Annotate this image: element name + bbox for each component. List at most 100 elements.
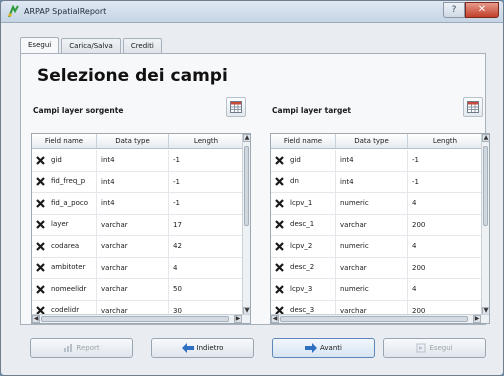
table-row[interactable]: lcpv_2 numeric 4 xyxy=(271,236,483,258)
data-type-cell: numeric xyxy=(336,279,408,300)
delete-field-icon[interactable] xyxy=(36,263,45,273)
delete-field-icon[interactable] xyxy=(275,220,284,230)
table-row[interactable]: desc_2 varchar 200 xyxy=(271,257,483,279)
field-name-cell: ambitoter xyxy=(32,257,97,278)
scroll-thumb[interactable] xyxy=(280,316,468,322)
delete-field-icon[interactable] xyxy=(36,220,45,230)
scroll-thumb[interactable] xyxy=(483,146,488,226)
table-row[interactable]: fid_freq_p int4 -1 xyxy=(32,171,244,193)
field-name: desc_1 xyxy=(290,220,315,229)
run-button-label: Esegui xyxy=(429,344,453,352)
length-cell: -1 xyxy=(169,150,244,171)
length-cell: -1 xyxy=(408,171,483,192)
report-button[interactable]: Report xyxy=(30,338,133,358)
scroll-up-icon[interactable]: ▲ xyxy=(482,134,489,142)
run-icon xyxy=(416,343,426,353)
length-cell: 4 xyxy=(408,236,483,257)
field-name: gid xyxy=(51,155,62,164)
source-fields-label: Campi layer sorgente xyxy=(33,106,124,115)
target-table-options-button[interactable] xyxy=(463,97,483,117)
delete-field-icon[interactable] xyxy=(36,177,45,187)
column-header-field-name[interactable]: Field name xyxy=(32,134,97,148)
data-type-cell: int4 xyxy=(97,171,169,192)
field-name: gid xyxy=(290,155,301,164)
target-fields-label: Campi layer target xyxy=(272,106,352,115)
data-type-cell: numeric xyxy=(336,193,408,214)
column-header-length[interactable]: Length xyxy=(408,134,483,148)
field-name-cell: lcpv_2 xyxy=(271,236,336,257)
target-fields-table: Field name Data type Length gid int4 -1 dn i… xyxy=(270,133,490,324)
tab-carica-salva[interactable]: Carica/Salva xyxy=(61,38,121,53)
table-row[interactable]: fid_a_poco int4 -1 xyxy=(32,193,244,215)
tab-esegui[interactable]: Esegui xyxy=(20,37,60,53)
forward-button[interactable]: Avanti xyxy=(272,338,375,358)
field-name-cell: codarea xyxy=(32,236,97,257)
window-title: ARPAP SpatialReport xyxy=(24,7,107,16)
data-type-cell: int4 xyxy=(97,193,169,214)
delete-field-icon[interactable] xyxy=(36,241,45,251)
table-row[interactable]: gid int4 -1 xyxy=(32,150,244,172)
report-icon xyxy=(64,344,73,352)
delete-field-icon[interactable] xyxy=(275,241,284,251)
table-icon xyxy=(230,101,242,113)
column-header-data-type[interactable]: Data type xyxy=(97,134,169,148)
field-name-cell: nomeelidr xyxy=(32,279,97,300)
scroll-right-icon[interactable]: ▶ xyxy=(473,315,481,323)
table-row[interactable]: lcpv_1 numeric 4 xyxy=(271,193,483,215)
field-name: lcpv_1 xyxy=(290,198,313,207)
scroll-up-icon[interactable]: ▲ xyxy=(243,134,250,142)
length-cell: 17 xyxy=(169,214,244,235)
help-button[interactable]: ? xyxy=(443,2,465,18)
length-cell: -1 xyxy=(169,193,244,214)
close-button[interactable]: ✕ xyxy=(465,2,499,18)
table-row[interactable]: lcpv_3 numeric 4 xyxy=(271,279,483,301)
dialog-content: Esegui Carica/Salva Crediti Selezione de… xyxy=(10,31,496,369)
scroll-thumb[interactable] xyxy=(41,316,229,322)
back-button-label: Indietro xyxy=(196,344,224,352)
column-header-length[interactable]: Length xyxy=(169,134,244,148)
table-row[interactable]: dn int4 -1 xyxy=(271,171,483,193)
field-name: fid_a_poco xyxy=(51,198,88,207)
scroll-left-icon[interactable]: ◀ xyxy=(32,315,40,323)
field-name-cell: gid xyxy=(271,150,336,171)
delete-field-icon[interactable] xyxy=(275,198,284,208)
run-button[interactable]: Esegui xyxy=(383,338,486,358)
delete-field-icon[interactable] xyxy=(275,155,284,165)
table-row[interactable]: layer varchar 17 xyxy=(32,214,244,236)
data-type-cell: varchar xyxy=(97,279,169,300)
horizontal-scrollbar[interactable]: ◀ ▶ xyxy=(271,314,489,323)
length-cell: -1 xyxy=(169,171,244,192)
data-type-cell: varchar xyxy=(97,257,169,278)
delete-field-icon[interactable] xyxy=(36,284,45,294)
length-cell: 200 xyxy=(408,214,483,235)
delete-field-icon[interactable] xyxy=(275,177,284,187)
delete-field-icon[interactable] xyxy=(36,155,45,165)
tab-crediti[interactable]: Crediti xyxy=(122,38,162,53)
source-table-options-button[interactable] xyxy=(226,97,246,117)
scroll-right-icon[interactable]: ▶ xyxy=(234,315,242,323)
table-row[interactable]: codarea varchar 42 xyxy=(32,236,244,258)
delete-field-icon[interactable] xyxy=(275,263,284,273)
delete-field-icon[interactable] xyxy=(275,284,284,294)
delete-field-icon[interactable] xyxy=(36,198,45,208)
column-header-data-type[interactable]: Data type xyxy=(336,134,408,148)
table-row[interactable]: nomeelidr varchar 50 xyxy=(32,279,244,301)
field-name: layer xyxy=(51,220,69,229)
field-name: fid_freq_p xyxy=(51,177,86,186)
action-bar: Report Indietro Avanti Esegui xyxy=(20,338,486,360)
table-row[interactable]: ambitoter varchar 4 xyxy=(32,257,244,279)
vertical-scrollbar[interactable]: ▲ ▼ xyxy=(481,134,489,315)
data-type-cell: int4 xyxy=(336,171,408,192)
horizontal-scrollbar[interactable]: ◀ ▶ xyxy=(32,314,250,323)
app-window: ARPAP SpatialReport ? ✕ Esegui Carica/Sa… xyxy=(0,0,504,376)
app-logo-icon xyxy=(8,5,19,18)
column-header-field-name[interactable]: Field name xyxy=(271,134,336,148)
table-row[interactable]: gid int4 -1 xyxy=(271,150,483,172)
arrow-right-icon xyxy=(305,343,318,353)
tab-panel: Selezione dei campi Campi layer sorgente… xyxy=(20,53,490,325)
back-button[interactable]: Indietro xyxy=(151,338,254,358)
table-row[interactable]: desc_1 varchar 200 xyxy=(271,214,483,236)
vertical-scrollbar[interactable]: ▲ ▼ xyxy=(242,134,250,315)
scroll-thumb[interactable] xyxy=(244,146,249,226)
scroll-left-icon[interactable]: ◀ xyxy=(271,315,279,323)
